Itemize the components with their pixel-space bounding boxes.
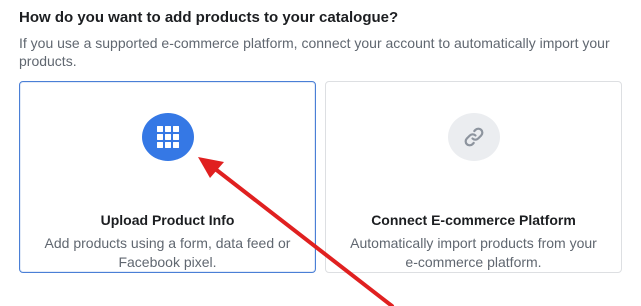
page-title: How do you want to add products to your … [19,9,399,26]
option-description: Automatically import products from your … [350,235,597,270]
page-description: If you use a supported e-commerce platfo… [19,35,610,69]
grid-icon [141,113,194,161]
option-description: Add products using a form, data feed or … [44,235,291,270]
link-icon [447,113,500,161]
upload-product-info-option[interactable]: Upload Product Info Add products using a… [19,81,316,273]
option-title: Upload Product Info [100,212,235,228]
option-title: Connect E-commerce Platform [371,212,576,228]
connect-ecommerce-platform-option[interactable]: Connect E-commerce Platform Automaticall… [325,81,622,273]
